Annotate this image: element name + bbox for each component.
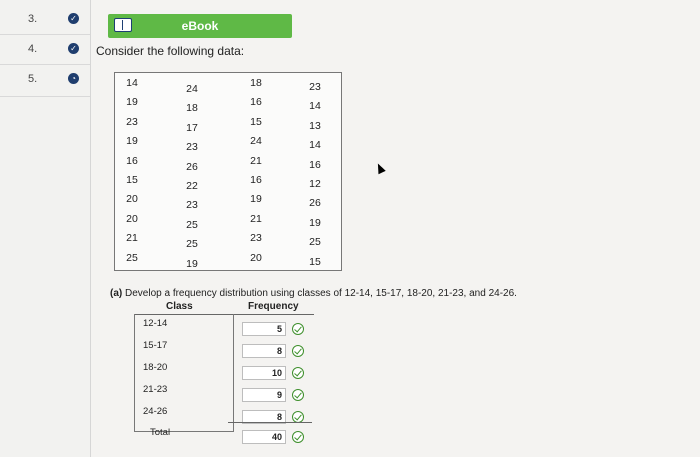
data-cell: 23 [186, 141, 198, 154]
complete-check-icon: ✓ [68, 43, 79, 54]
data-table: 14 19 23 19 16 15 20 20 21 25 24 18 17 23 26 22 23 25 25 19… [114, 72, 342, 271]
frequency-header: Frequency [248, 301, 299, 312]
question-number: 3. [28, 13, 38, 25]
data-cell: 26 [309, 197, 321, 210]
frequency-total-input[interactable]: 40 [242, 430, 286, 444]
data-cell: 12 [309, 178, 321, 190]
data-cell: 16 [250, 174, 262, 186]
data-cell: 25 [126, 251, 138, 264]
correct-check-icon [292, 323, 304, 335]
current-progress-icon: ◔ [68, 73, 79, 84]
data-cell: 24 [186, 83, 198, 95]
data-cell: 23 [250, 232, 262, 245]
correct-check-icon [292, 431, 304, 443]
class-label: 12-14 [143, 318, 168, 329]
total-divider [228, 422, 312, 423]
data-cell: 25 [309, 236, 321, 249]
class-label: 15-17 [143, 340, 168, 351]
data-cell: 16 [250, 96, 262, 109]
data-cell: 19 [186, 257, 198, 270]
correct-check-icon [292, 389, 304, 401]
data-cell: 23 [126, 115, 138, 128]
data-cell: 13 [309, 119, 321, 132]
frequency-input-21-23[interactable]: 9 [242, 388, 286, 402]
data-cell: 14 [309, 100, 321, 113]
question-number: 4. [28, 43, 38, 55]
question-number: 5. [28, 73, 38, 85]
data-cell: 22 [186, 180, 198, 192]
part-a-label: (a) [110, 288, 123, 299]
data-cell: 23 [186, 199, 198, 212]
data-cell: 16 [126, 154, 138, 167]
data-cell: 18 [186, 102, 198, 115]
data-cell: 19 [309, 216, 321, 229]
ebook-button[interactable]: eBook [108, 14, 292, 38]
question-prompt: Consider the following data: [96, 44, 245, 58]
data-cell: 14 [309, 139, 321, 152]
correct-check-icon [292, 367, 304, 379]
data-cell: 25 [186, 218, 198, 231]
data-cell: 19 [126, 96, 138, 109]
complete-check-icon: ✓ [68, 13, 79, 24]
data-cell: 15 [309, 255, 321, 268]
total-label: Total [150, 427, 171, 438]
question-item-3[interactable]: 3. ✓ [0, 4, 90, 35]
data-cell: 20 [126, 212, 138, 225]
class-header: Class [166, 301, 193, 312]
data-cell: 24 [250, 135, 262, 148]
data-cell: 21 [250, 154, 262, 167]
frequency-input-18-20[interactable]: 10 [242, 366, 286, 380]
data-cell: 14 [126, 77, 138, 89]
data-cell: 21 [126, 232, 138, 245]
data-cell: 23 [309, 81, 321, 93]
data-cell: 20 [250, 251, 262, 264]
mouse-cursor-icon [374, 161, 386, 175]
data-cell: 19 [250, 193, 262, 206]
data-cell: 15 [126, 174, 138, 186]
class-label: 24-26 [143, 406, 168, 417]
class-label: 21-23 [143, 384, 168, 395]
data-cell: 19 [126, 135, 138, 148]
data-cell: 16 [309, 158, 321, 171]
frequency-input-12-14[interactable]: 5 [242, 322, 286, 336]
data-cell: 20 [126, 193, 138, 206]
correct-check-icon [292, 345, 304, 357]
class-column: 12-14 15-17 18-20 21-23 24-26 [134, 314, 234, 432]
frequency-input-15-17[interactable]: 8 [242, 344, 286, 358]
frequency-table: Class Frequency 12-14 15-17 18-20 21-23 … [134, 298, 314, 448]
question-item-5[interactable]: 5. ◔ [0, 64, 90, 97]
data-cell: 25 [186, 238, 198, 251]
class-label: 18-20 [143, 362, 168, 373]
question-sidebar: 3. ✓ 4. ✓ 5. ◔ [0, 0, 91, 457]
data-cell: 18 [250, 77, 262, 89]
data-cell: 21 [250, 212, 262, 225]
question-item-4[interactable]: 4. ✓ [0, 34, 90, 65]
data-cell: 17 [186, 121, 198, 134]
ebook-label: eBook [181, 19, 219, 33]
data-cell: 26 [186, 160, 198, 173]
data-cell: 15 [250, 115, 262, 128]
